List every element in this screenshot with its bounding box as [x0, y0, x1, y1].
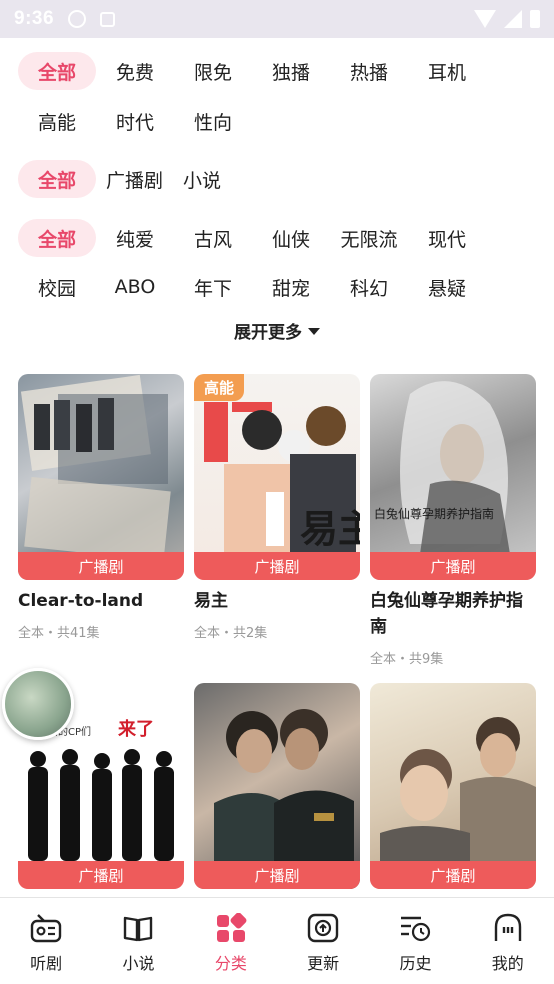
wifi-icon	[474, 10, 496, 28]
nav-item-category[interactable]: 分类	[185, 898, 277, 984]
radio-icon	[29, 912, 63, 944]
filter-type-all[interactable]: 全部	[18, 160, 96, 198]
nav-item-profile[interactable]: 我的	[462, 898, 554, 984]
nav-item-novel[interactable]: 小说	[92, 898, 184, 984]
filter-row-type: 全部 广播剧 小说	[18, 160, 231, 198]
drama-card[interactable]: 广播剧 Clear-to-land 全本・共41集	[18, 374, 184, 641]
cover-illustration	[194, 683, 360, 889]
drama-cover[interactable]: 广播剧	[18, 374, 184, 580]
clock-status-icon	[68, 10, 87, 28]
filter-infinite-flow[interactable]: 无限流	[330, 219, 408, 257]
nav-item-history[interactable]: 历史	[369, 898, 461, 984]
cover-red-caption: 来了	[117, 719, 154, 740]
history-icon	[398, 912, 432, 944]
bottom-nav: 听剧 小说 分类 更新 历史 我的	[0, 897, 554, 984]
drama-card[interactable]: 白兔仙尊孕期养护指南 广播剧 白兔仙尊孕期养护指南 全本・共9集	[370, 374, 536, 667]
app-notification-icon	[100, 11, 116, 27]
filter-audio-drama[interactable]: 广播剧	[96, 160, 173, 198]
floating-avatar-button[interactable]	[2, 668, 74, 740]
cover-illustration	[18, 374, 184, 580]
drama-title[interactable]: 白兔仙尊孕期养护指南	[370, 588, 536, 640]
profile-ghost-icon	[491, 912, 525, 944]
cover-illustration: 白兔仙尊孕期养护指南	[370, 374, 536, 580]
drama-cover[interactable]: 广播剧	[194, 683, 360, 889]
filter-free[interactable]: 免费	[96, 52, 174, 90]
nav-label: 分类	[214, 954, 247, 973]
drama-card[interactable]: 广播剧	[370, 683, 536, 889]
cover-illustration	[370, 683, 536, 889]
filter-campus[interactable]: 校园	[18, 268, 96, 306]
filter-row-access-2: 高能 时代 性向	[18, 102, 252, 140]
filter-era[interactable]: 时代	[96, 102, 174, 140]
expand-more-label: 展开更多	[234, 323, 302, 343]
cover-tag: 广播剧	[194, 552, 360, 580]
filter-scifi[interactable]: 科幻	[330, 268, 408, 306]
cover-tag: 广播剧	[370, 861, 536, 889]
signal-icon	[504, 10, 522, 28]
filter-limited-free[interactable]: 限免	[174, 52, 252, 90]
filter-row-genre-2: 校园 ABO 年下 甜宠 科幻 悬疑	[18, 268, 486, 306]
cover-title-text: 白兔仙尊孕期养护指南	[374, 506, 494, 521]
filter-xianxia[interactable]: 仙侠	[252, 219, 330, 257]
category-icon	[214, 912, 248, 944]
cover-tag: 广播剧	[194, 861, 360, 889]
drama-card[interactable]: 易主 高能 广播剧 易主 全本・共2集	[194, 374, 360, 641]
filter-row-genre: 全部 纯爱 古风 仙侠 无限流 现代	[18, 219, 486, 257]
nav-label: 小说	[122, 954, 155, 973]
cover-illustration: 易主	[194, 374, 360, 580]
filter-abo[interactable]: ABO	[96, 268, 174, 306]
caret-down-icon	[308, 328, 320, 335]
drama-card[interactable]: 广播剧	[194, 683, 360, 889]
battery-icon	[530, 10, 540, 28]
filter-genre-all[interactable]: 全部	[18, 219, 96, 257]
filter-all[interactable]: 全部	[18, 52, 96, 90]
nav-item-updates[interactable]: 更新	[277, 898, 369, 984]
book-icon	[121, 912, 155, 944]
nav-item-listen[interactable]: 听剧	[0, 898, 92, 984]
filter-sweet[interactable]: 甜宠	[252, 268, 330, 306]
filter-orientation[interactable]: 性向	[174, 102, 252, 140]
nav-label: 历史	[399, 954, 432, 973]
filter-pure-love[interactable]: 纯爱	[96, 219, 174, 257]
filter-mystery[interactable]: 悬疑	[408, 268, 486, 306]
filter-intense[interactable]: 高能	[18, 102, 96, 140]
cover-tag: 广播剧	[370, 552, 536, 580]
drama-title[interactable]: 易主	[194, 588, 360, 614]
filter-younger[interactable]: 年下	[174, 268, 252, 306]
filter-ancient[interactable]: 古风	[174, 219, 252, 257]
drama-meta: 全本・共9集	[370, 652, 444, 667]
drama-meta: 全本・共2集	[194, 626, 268, 641]
update-icon	[306, 912, 340, 944]
nav-label: 更新	[307, 954, 340, 973]
nav-label: 听剧	[30, 954, 63, 973]
status-time: 9:36	[14, 8, 55, 29]
filter-row-access: 全部 免费 限免 独播 热播 耳机	[18, 52, 486, 90]
filter-exclusive[interactable]: 独播	[252, 52, 330, 90]
drama-cover[interactable]: 易主 高能 广播剧	[194, 374, 360, 580]
filter-hot[interactable]: 热播	[330, 52, 408, 90]
drama-cover[interactable]: 广播剧	[370, 683, 536, 889]
drama-meta: 全本・共41集	[18, 626, 100, 641]
cover-tag: 广播剧	[18, 552, 184, 580]
filter-modern[interactable]: 现代	[408, 219, 486, 257]
nav-label: 我的	[491, 954, 524, 973]
intense-badge: 高能	[194, 374, 245, 401]
cover-tag: 广播剧	[18, 861, 184, 889]
status-bar: 9:36	[0, 0, 554, 38]
status-indicators	[474, 10, 540, 28]
filter-novel[interactable]: 小说	[173, 160, 231, 198]
drama-cover[interactable]: 白兔仙尊孕期养护指南 广播剧	[370, 374, 536, 580]
filter-headphones[interactable]: 耳机	[408, 52, 486, 90]
cover-big-title: 易主	[300, 507, 360, 551]
expand-more-button[interactable]: 展开更多	[0, 318, 554, 343]
drama-title[interactable]: Clear-to-land	[18, 588, 184, 614]
